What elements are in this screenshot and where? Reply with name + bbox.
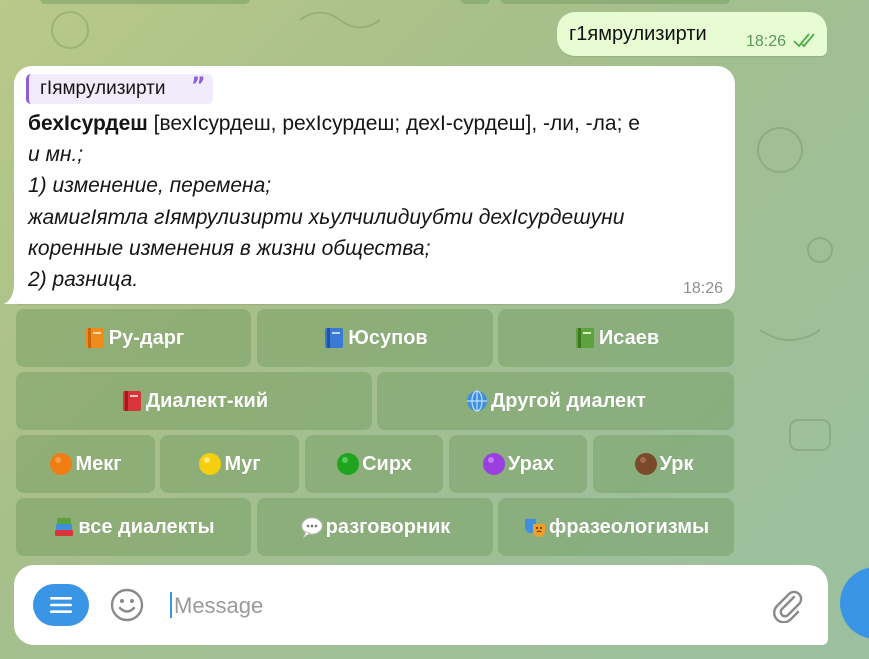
message-line: и мн.; bbox=[28, 143, 84, 167]
globe-icon bbox=[467, 390, 488, 412]
keyboard-button-all-dialects[interactable]: все диалекты bbox=[16, 498, 251, 556]
keyboard-button-other-dialect[interactable]: Другой диалект bbox=[377, 372, 734, 430]
theater-masks-icon bbox=[524, 519, 545, 537]
message-line: 2) разница. bbox=[28, 268, 139, 292]
keyboard-button-label: Муг bbox=[224, 452, 261, 475]
keyboard-button-label: Урк bbox=[659, 452, 694, 475]
keyboard-button-label: Мекг bbox=[75, 452, 122, 475]
previous-message-edge bbox=[0, 0, 869, 8]
keyboard-button-dialect[interactable]: Диалект-кий bbox=[16, 372, 372, 430]
keyboard-button-mug[interactable]: Муг bbox=[160, 435, 299, 493]
keyboard-button-label: Ру-дарг bbox=[108, 326, 185, 349]
keyboard-button-label: Другой диалект bbox=[491, 389, 646, 412]
incoming-message[interactable]: гIямрулизирти ” бехIсурдеш [вехIсурдеш, … bbox=[14, 66, 735, 304]
keyboard-button-ru-darg[interactable]: Ру-дарг bbox=[16, 309, 251, 367]
quote-icon: ” bbox=[191, 74, 206, 99]
keyboard-button-urk[interactable]: Урк bbox=[593, 435, 734, 493]
keyboard-button-urakh[interactable]: Урах bbox=[449, 435, 587, 493]
message-body: бехIсурдеш [вехIсурдеш, рехIсурдеш; дехI… bbox=[28, 108, 718, 295]
message-line: жамигIятла гIямрулизирти хьулчилидиубти … bbox=[28, 205, 625, 229]
brown-circle-icon bbox=[634, 453, 657, 475]
headword: бехIсурдеш bbox=[28, 112, 148, 135]
bot-menu-button[interactable] bbox=[33, 584, 89, 626]
orange-book-icon bbox=[85, 328, 104, 348]
orange-circle-icon bbox=[50, 453, 73, 475]
message-line: 1) изменение, перемена; bbox=[28, 174, 272, 198]
blue-book-icon bbox=[325, 328, 344, 348]
red-book-icon bbox=[122, 391, 141, 411]
keyboard-button-isaev[interactable]: Исаев bbox=[498, 309, 734, 367]
outgoing-message[interactable]: г1ямрулизирти 18:26 bbox=[557, 12, 827, 56]
speech-balloon-icon bbox=[301, 517, 323, 539]
incoming-message-time: 18:26 bbox=[682, 280, 723, 297]
attach-icon[interactable] bbox=[770, 587, 804, 623]
keyboard-button-label: Урах bbox=[507, 452, 555, 475]
outgoing-message-text: г1ямрулизирти bbox=[569, 23, 707, 45]
reply-quote-text: гIямрулизирти bbox=[40, 78, 166, 99]
keyboard-button-label: Сирх bbox=[362, 452, 412, 475]
keyboard-button-sirkh[interactable]: Сирх bbox=[305, 435, 443, 493]
reply-quote[interactable]: гIямрулизирти ” bbox=[26, 74, 213, 104]
green-circle-icon bbox=[337, 453, 360, 475]
keyboard-button-phrasebook[interactable]: разговорник bbox=[257, 498, 493, 556]
keyboard-button-label: все диалекты bbox=[78, 515, 215, 538]
keyboard-button-label: Юсупов bbox=[348, 326, 428, 349]
keyboard-button-yusupov[interactable]: Юсупов bbox=[257, 309, 493, 367]
books-icon bbox=[55, 518, 74, 536]
yellow-circle-icon bbox=[199, 453, 222, 475]
keyboard-button-label: фразеологизмы bbox=[548, 515, 710, 538]
purple-circle-icon bbox=[482, 453, 505, 475]
green-book-icon bbox=[575, 328, 594, 348]
keyboard-button-label: Диалект-кий bbox=[145, 389, 269, 412]
double-check-icon bbox=[793, 33, 815, 48]
message-line: коренные изменения в жизни общества; bbox=[28, 236, 431, 260]
message-input[interactable] bbox=[172, 587, 736, 625]
message-composer bbox=[14, 565, 828, 645]
keyboard-button-phraseologisms[interactable]: фразеологизмы bbox=[498, 498, 734, 556]
keyboard-button-label: Исаев bbox=[598, 326, 660, 349]
outgoing-message-time: 18:26 bbox=[746, 33, 787, 50]
keyboard-button-mekg[interactable]: Мекг bbox=[16, 435, 155, 493]
send-button[interactable] bbox=[840, 567, 869, 639]
keyboard-button-label: разговорник bbox=[325, 515, 451, 538]
menu-icon bbox=[50, 597, 72, 613]
word-forms: [вехIсурдеш, рехIсурдеш; дехI-сурдеш], -… bbox=[147, 112, 640, 135]
emoji-icon[interactable] bbox=[110, 588, 144, 622]
